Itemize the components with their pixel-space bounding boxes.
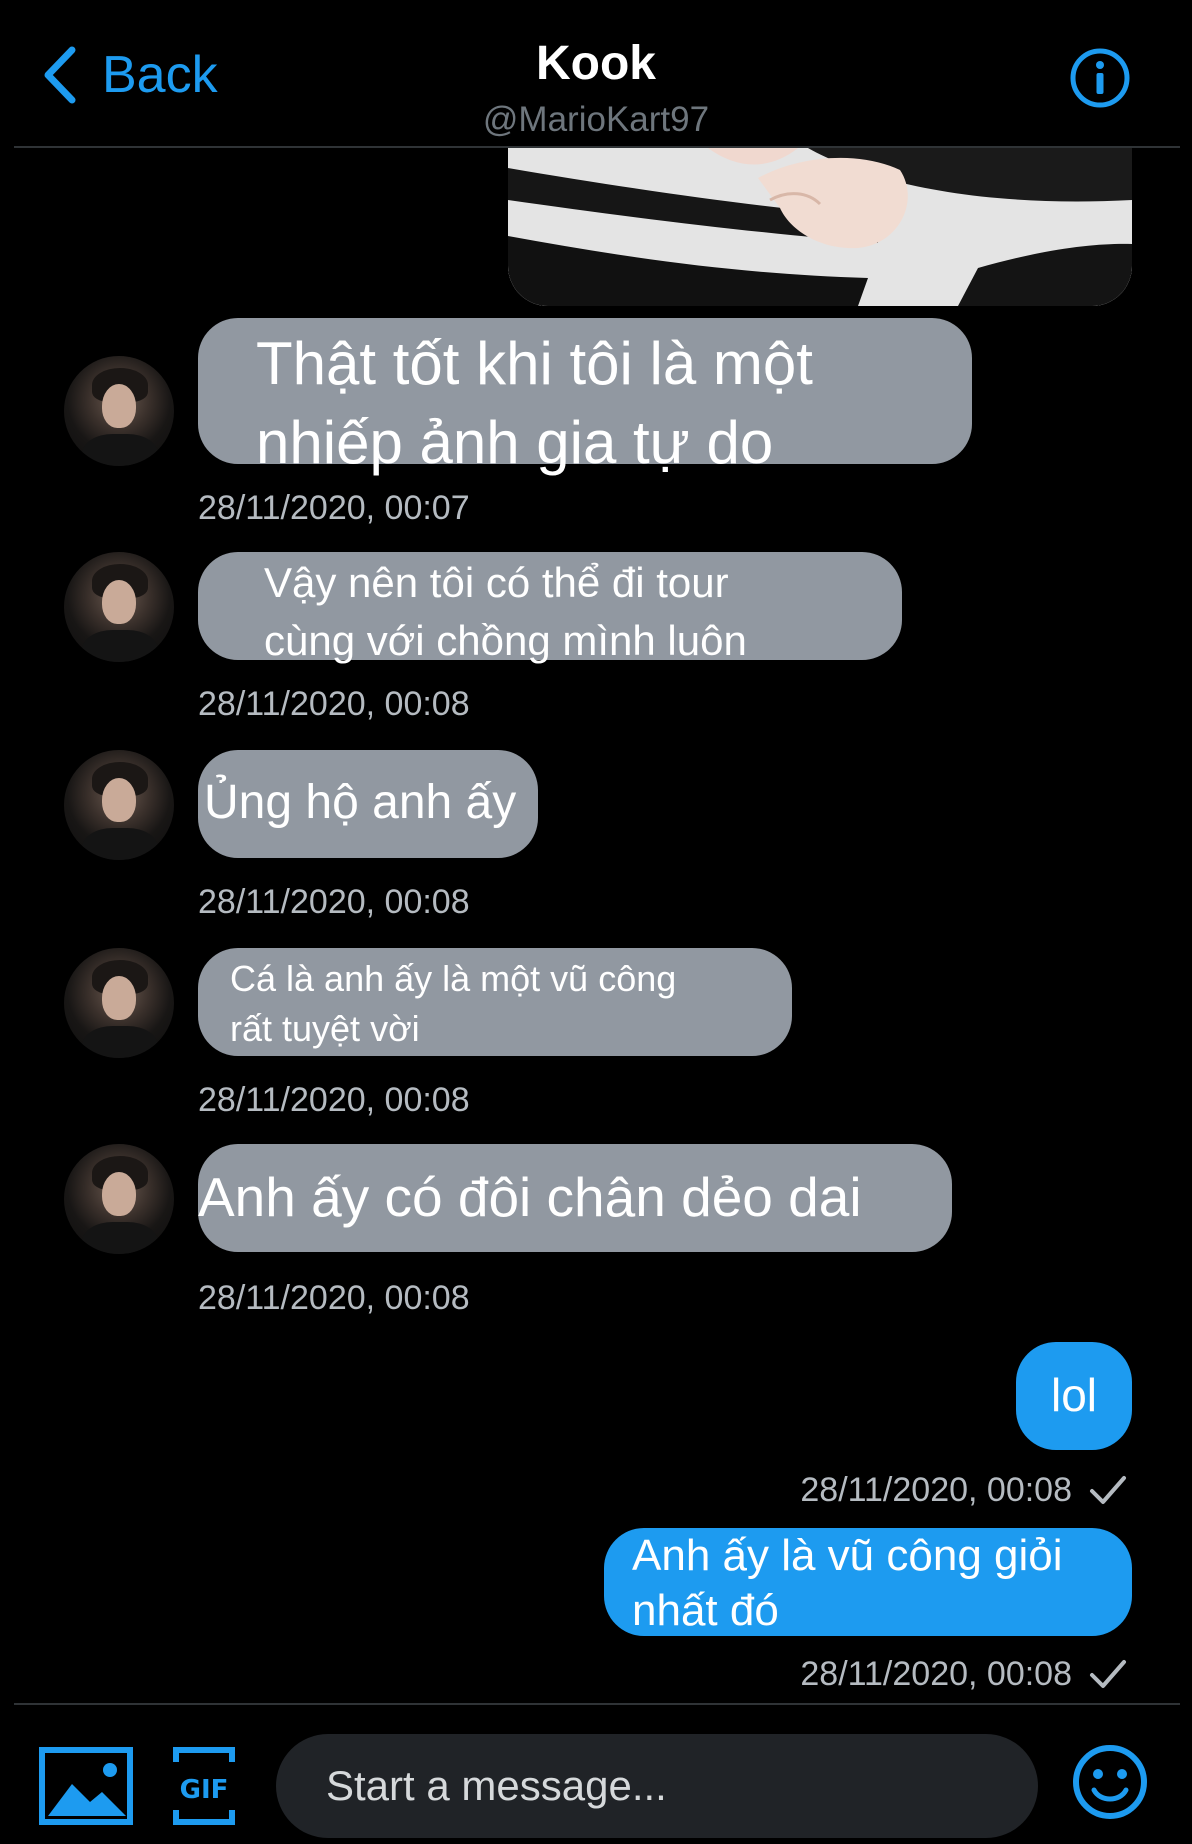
checkmark-icon [1090, 1476, 1126, 1504]
message-timestamp: 28/11/2020, 00:08 [198, 685, 470, 723]
message-timestamp: 28/11/2020, 00:08 [198, 1081, 470, 1119]
dm-conversation-screen: Back Kook @MarioKart97 Thật tốt khi tôi … [0, 0, 1192, 1844]
photo-image [508, 148, 1132, 306]
image-icon[interactable] [38, 1746, 134, 1826]
message-bubble-sent[interactable]: Anh ấy là vũ công giỏi nhất đó [604, 1528, 1132, 1636]
message-bubble-received[interactable]: Thật tốt khi tôi là một nhiếp ảnh gia tự… [198, 318, 972, 476]
info-icon[interactable] [1068, 46, 1132, 110]
conversation-handle: @MarioKart97 [482, 100, 710, 139]
svg-text:GIF: GIF [180, 1775, 229, 1805]
avatar[interactable] [64, 356, 174, 466]
avatar-face [102, 976, 136, 1020]
avatar-face [102, 1172, 136, 1216]
avatar[interactable] [64, 1144, 174, 1254]
avatar[interactable] [64, 948, 174, 1058]
message-timestamp: 28/11/2020, 00:08 [800, 1655, 1072, 1693]
message-timestamp: 28/11/2020, 00:08 [198, 883, 470, 921]
message-bubble-received[interactable]: Anh ấy có đôi chân dẻo dai [198, 1144, 952, 1252]
message-input[interactable] [276, 1734, 1038, 1838]
avatar-body [82, 1026, 158, 1058]
avatar-body [82, 828, 158, 860]
emoji-icon[interactable] [1070, 1742, 1150, 1822]
avatar[interactable] [64, 750, 174, 860]
message-bubble-received[interactable]: Ủng hộ anh ấy [198, 750, 538, 858]
attached-photo[interactable] [508, 148, 1132, 306]
message-timestamp: 28/11/2020, 00:08 [800, 1471, 1072, 1509]
composer-divider [14, 1703, 1180, 1705]
avatar-body [82, 630, 158, 662]
message-bubble-sent[interactable]: lol [1016, 1342, 1132, 1450]
avatar-body [82, 1222, 158, 1254]
avatar-body [82, 434, 158, 466]
avatar-face [102, 580, 136, 624]
conversation-title-block[interactable]: Kook @MarioKart97 [0, 36, 1192, 140]
message-timestamp: 28/11/2020, 00:08 [198, 1279, 470, 1317]
conversation-title: Kook [536, 37, 656, 90]
message-bubble-received[interactable]: Cá là anh ấy là một vũ công rất tuyệt vờ… [198, 948, 792, 1056]
avatar[interactable] [64, 552, 174, 662]
message-bubble-received[interactable]: Vậy nên tôi có thể đi tour cùng với chồn… [198, 552, 902, 664]
gif-icon[interactable]: GIF [172, 1746, 236, 1826]
message-timestamp: 28/11/2020, 00:07 [198, 489, 470, 527]
avatar-face [102, 778, 136, 822]
avatar-face [102, 384, 136, 428]
checkmark-icon [1090, 1660, 1126, 1688]
conversation-header: Back Kook @MarioKart97 [0, 0, 1192, 146]
